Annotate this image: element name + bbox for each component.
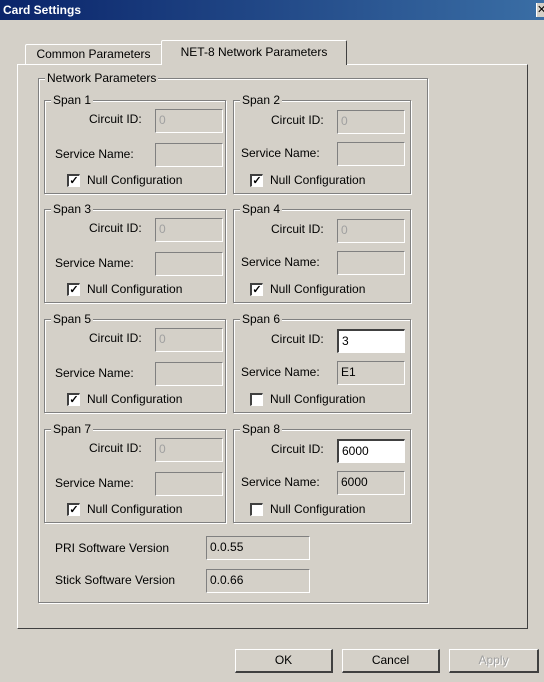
window-title: Card Settings	[3, 3, 82, 17]
span-6-null-config-checkbox[interactable]	[250, 393, 263, 406]
span-3-legend: Span 3	[51, 202, 94, 216]
ok-button[interactable]: OK	[235, 649, 333, 673]
span-6-legend: Span 6	[240, 312, 283, 326]
span-1-circuit-id-field: 0	[155, 109, 223, 133]
span-5-legend: Span 5	[51, 312, 94, 326]
check-icon: ✓	[69, 394, 79, 406]
check-icon: ✓	[69, 175, 79, 187]
span-6-circuit-id-label: Circuit ID:	[271, 332, 324, 346]
span-1-service-name-label: Service Name:	[55, 147, 134, 161]
span-7-circuit-id-label: Circuit ID:	[89, 441, 142, 455]
span-7-legend: Span 7	[51, 422, 94, 436]
span-4-circuit-id-field: 0	[337, 219, 405, 243]
check-icon: ✓	[252, 175, 262, 187]
cancel-button[interactable]: Cancel	[342, 649, 440, 673]
span-8-group: Span 8 Circuit ID: 6000 Service Name: 60…	[233, 422, 411, 523]
span-4-null-config-checkbox[interactable]: ✓	[250, 283, 263, 296]
check-icon: ✓	[69, 504, 79, 516]
tab-common-parameters[interactable]: Common Parameters	[25, 44, 162, 64]
span-3-group: Span 3 Circuit ID: 0 Service Name: ✓ Nul…	[44, 202, 226, 303]
span-4-service-name-field	[337, 251, 405, 275]
span-4-group: Span 4 Circuit ID: 0 Service Name: ✓ Nul…	[233, 202, 411, 303]
span-6-circuit-id-field[interactable]: 3	[337, 329, 405, 353]
tab-net8-network-parameters[interactable]: NET-8 Network Parameters	[161, 40, 347, 65]
span-5-group: Span 5 Circuit ID: 0 Service Name: ✓ Nul…	[44, 312, 226, 413]
span-7-null-config-checkbox[interactable]: ✓	[67, 503, 80, 516]
span-3-circuit-id-field: 0	[155, 218, 223, 242]
span-8-service-name-label: Service Name:	[241, 475, 320, 489]
span-7-service-name-label: Service Name:	[55, 476, 134, 490]
span-2-legend: Span 2	[240, 93, 283, 107]
span-2-null-config-checkbox[interactable]: ✓	[250, 174, 263, 187]
span-6-service-name-field[interactable]: E1	[337, 361, 405, 385]
title-bar: Card Settings ✕	[0, 0, 544, 20]
span-8-legend: Span 8	[240, 422, 283, 436]
span-5-circuit-id-field: 0	[155, 328, 223, 352]
span-2-circuit-id-field: 0	[337, 110, 405, 134]
span-5-service-name-field	[155, 362, 223, 386]
span-7-circuit-id-field: 0	[155, 438, 223, 462]
span-8-circuit-id-label: Circuit ID:	[271, 442, 324, 456]
span-7-group: Span 7 Circuit ID: 0 Service Name: ✓ Nul…	[44, 422, 226, 523]
span-5-null-config-checkbox[interactable]: ✓	[67, 393, 80, 406]
span-3-null-config-checkbox[interactable]: ✓	[67, 283, 80, 296]
span-4-service-name-label: Service Name:	[241, 255, 320, 269]
span-2-service-name-field	[337, 142, 405, 166]
network-parameters-legend: Network Parameters	[45, 71, 159, 85]
check-icon: ✓	[252, 284, 262, 296]
span-2-null-config-label: Null Configuration	[270, 173, 366, 187]
close-icon[interactable]: ✕	[536, 3, 544, 17]
span-6-group: Span 6 Circuit ID: 3 Service Name: E1 Nu…	[233, 312, 411, 413]
span-6-service-name-label: Service Name:	[241, 365, 320, 379]
span-1-circuit-id-label: Circuit ID:	[89, 112, 142, 126]
span-1-null-config-label: Null Configuration	[87, 173, 183, 187]
span-7-service-name-field	[155, 472, 223, 496]
span-7-null-config-label: Null Configuration	[87, 502, 183, 516]
span-4-null-config-label: Null Configuration	[270, 282, 366, 296]
span-2-service-name-label: Service Name:	[241, 146, 320, 160]
span-5-circuit-id-label: Circuit ID:	[89, 331, 142, 345]
span-4-circuit-id-label: Circuit ID:	[271, 222, 324, 236]
span-1-service-name-field	[155, 143, 223, 167]
span-3-null-config-label: Null Configuration	[87, 282, 183, 296]
span-6-null-config-label: Null Configuration	[270, 392, 366, 406]
span-8-circuit-id-field[interactable]: 6000	[337, 439, 405, 463]
span-4-legend: Span 4	[240, 202, 283, 216]
span-2-group: Span 2 Circuit ID: 0 Service Name: ✓ Nul…	[233, 93, 411, 194]
span-1-legend: Span 1	[51, 93, 94, 107]
span-1-null-config-checkbox[interactable]: ✓	[67, 174, 80, 187]
span-8-null-config-label: Null Configuration	[270, 502, 366, 516]
span-5-service-name-label: Service Name:	[55, 366, 134, 380]
span-2-circuit-id-label: Circuit ID:	[271, 113, 324, 127]
span-8-service-name-field[interactable]: 6000	[337, 471, 405, 495]
span-3-service-name-field	[155, 252, 223, 276]
span-1-group: Span 1 Circuit ID: 0 Service Name: ✓ Nul…	[44, 93, 226, 194]
span-3-service-name-label: Service Name:	[55, 256, 134, 270]
span-8-null-config-checkbox[interactable]	[250, 503, 263, 516]
apply-button: Apply	[449, 649, 539, 673]
check-icon: ✓	[69, 284, 79, 296]
span-3-circuit-id-label: Circuit ID:	[89, 221, 142, 235]
span-5-null-config-label: Null Configuration	[87, 392, 183, 406]
